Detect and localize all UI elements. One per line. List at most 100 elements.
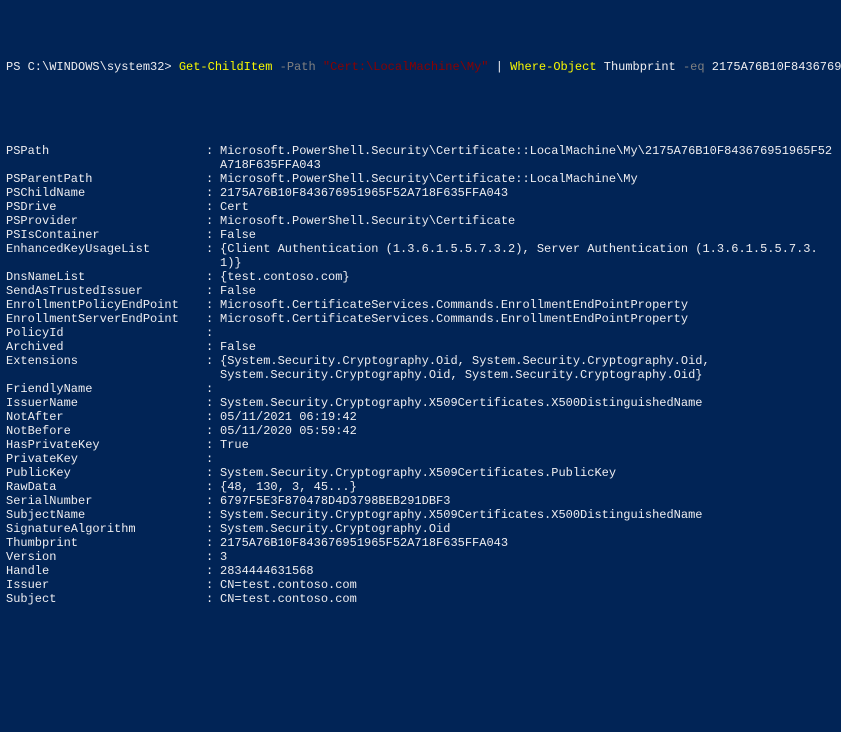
- property-row: PSIsContainer : False: [6, 228, 835, 242]
- arg-thumb: 2175A76B10F843676951965F52A718F635FFA043: [712, 60, 841, 74]
- property-label: SignatureAlgorithm: [6, 522, 206, 536]
- property-value: System.Security.Cryptography.X509Certifi…: [220, 508, 835, 522]
- property-value: {48, 130, 3, 45...}: [220, 480, 835, 494]
- property-row: Archived : False: [6, 340, 835, 354]
- property-row: HasPrivateKey : True: [6, 438, 835, 452]
- property-label: PublicKey: [6, 466, 206, 480]
- property-separator: :: [206, 522, 220, 536]
- property-label: PSChildName: [6, 186, 206, 200]
- property-value: Microsoft.PowerShell.Security\Certificat…: [220, 172, 835, 186]
- property-separator: :: [206, 340, 220, 354]
- property-value: 3: [220, 550, 835, 564]
- property-separator: :: [206, 354, 220, 382]
- property-value: Microsoft.CertificateServices.Commands.E…: [220, 298, 835, 312]
- property-label: PrivateKey: [6, 452, 206, 466]
- property-label: SendAsTrustedIssuer: [6, 284, 206, 298]
- property-value: 2834444631568: [220, 564, 835, 578]
- param-path: -Path: [272, 60, 322, 74]
- property-value: Microsoft.PowerShell.Security\Certificat…: [220, 144, 835, 172]
- property-value: {Client Authentication (1.3.6.1.5.5.7.3.…: [220, 242, 835, 270]
- property-row: Subject : CN=test.contoso.com: [6, 592, 835, 606]
- property-row: NotAfter : 05/11/2021 06:19:42: [6, 410, 835, 424]
- arg-certpath: "Cert:\LocalMachine\My": [323, 60, 489, 74]
- property-label: PSIsContainer: [6, 228, 206, 242]
- property-value: 2175A76B10F843676951965F52A718F635FFA043: [220, 186, 835, 200]
- property-row: EnrollmentPolicyEndPoint : Microsoft.Cer…: [6, 298, 835, 312]
- property-label: Handle: [6, 564, 206, 578]
- property-value: System.Security.Cryptography.X509Certifi…: [220, 396, 835, 410]
- property-separator: :: [206, 466, 220, 480]
- property-label: HasPrivateKey: [6, 438, 206, 452]
- property-separator: :: [206, 578, 220, 592]
- blank-line: [6, 648, 835, 662]
- property-label: PSPath: [6, 144, 206, 172]
- property-separator: :: [206, 312, 220, 326]
- property-value: [220, 382, 835, 396]
- property-label: IssuerName: [6, 396, 206, 410]
- property-separator: :: [206, 438, 220, 452]
- property-separator: :: [206, 396, 220, 410]
- property-row: SignatureAlgorithm : System.Security.Cry…: [6, 522, 835, 536]
- command-line[interactable]: PS C:\WINDOWS\system32> Get-ChildItem -P…: [6, 60, 835, 74]
- property-separator: :: [206, 536, 220, 550]
- property-row: Version : 3: [6, 550, 835, 564]
- property-separator: :: [206, 494, 220, 508]
- property-separator: :: [206, 298, 220, 312]
- property-row: EnhancedKeyUsageList : {Client Authentic…: [6, 242, 835, 270]
- property-value: 2175A76B10F843676951965F52A718F635FFA043: [220, 536, 835, 550]
- property-value: CN=test.contoso.com: [220, 592, 835, 606]
- property-label: PSParentPath: [6, 172, 206, 186]
- property-row: NotBefore : 05/11/2020 05:59:42: [6, 424, 835, 438]
- property-separator: :: [206, 186, 220, 200]
- pipe-1: |: [489, 60, 511, 74]
- property-separator: :: [206, 326, 220, 340]
- property-row: Thumbprint : 2175A76B10F843676951965F52A…: [6, 536, 835, 550]
- cmd-getchilditem: Get-ChildItem: [179, 60, 273, 74]
- property-value: 05/11/2021 06:19:42: [220, 410, 835, 424]
- property-value: System.Security.Cryptography.Oid: [220, 522, 835, 536]
- property-row: DnsNameList : {test.contoso.com}: [6, 270, 835, 284]
- property-row: EnrollmentServerEndPoint : Microsoft.Cer…: [6, 312, 835, 326]
- property-value: Microsoft.CertificateServices.Commands.E…: [220, 312, 835, 326]
- property-label: PSDrive: [6, 200, 206, 214]
- output-properties[interactable]: PSPath : Microsoft.PowerShell.Security\C…: [6, 144, 835, 606]
- property-value: [220, 452, 835, 466]
- cmd-whereobject: Where-Object: [510, 60, 596, 74]
- property-separator: :: [206, 550, 220, 564]
- property-row: PrivateKey :: [6, 452, 835, 466]
- property-label: Subject: [6, 592, 206, 606]
- property-label: DnsNameList: [6, 270, 206, 284]
- property-label: Version: [6, 550, 206, 564]
- property-separator: :: [206, 284, 220, 298]
- property-separator: :: [206, 200, 220, 214]
- property-value: Cert: [220, 200, 835, 214]
- property-label: NotAfter: [6, 410, 206, 424]
- property-value: CN=test.contoso.com: [220, 578, 835, 592]
- property-value: False: [220, 228, 835, 242]
- property-row: IssuerName : System.Security.Cryptograph…: [6, 396, 835, 410]
- property-separator: :: [206, 508, 220, 522]
- property-row: Handle : 2834444631568: [6, 564, 835, 578]
- property-separator: :: [206, 592, 220, 606]
- property-value: Microsoft.PowerShell.Security\Certificat…: [220, 214, 835, 228]
- property-row: PolicyId :: [6, 326, 835, 340]
- property-label: Issuer: [6, 578, 206, 592]
- property-value: True: [220, 438, 835, 452]
- property-row: PSPath : Microsoft.PowerShell.Security\C…: [6, 144, 835, 172]
- property-label: Thumbprint: [6, 536, 206, 550]
- property-separator: :: [206, 452, 220, 466]
- property-label: Extensions: [6, 354, 206, 382]
- property-value: 6797F5E3F870478D4D3798BEB291DBF3: [220, 494, 835, 508]
- property-row: FriendlyName :: [6, 382, 835, 396]
- property-row: PSParentPath : Microsoft.PowerShell.Secu…: [6, 172, 835, 186]
- ps-prompt: PS C:\WINDOWS\system32>: [6, 60, 179, 74]
- property-separator: :: [206, 228, 220, 242]
- property-separator: :: [206, 214, 220, 228]
- property-separator: :: [206, 410, 220, 424]
- property-separator: :: [206, 424, 220, 438]
- property-label: FriendlyName: [6, 382, 206, 396]
- property-label: EnhancedKeyUsageList: [6, 242, 206, 270]
- property-label: SerialNumber: [6, 494, 206, 508]
- property-label: PolicyId: [6, 326, 206, 340]
- property-label: EnrollmentServerEndPoint: [6, 312, 206, 326]
